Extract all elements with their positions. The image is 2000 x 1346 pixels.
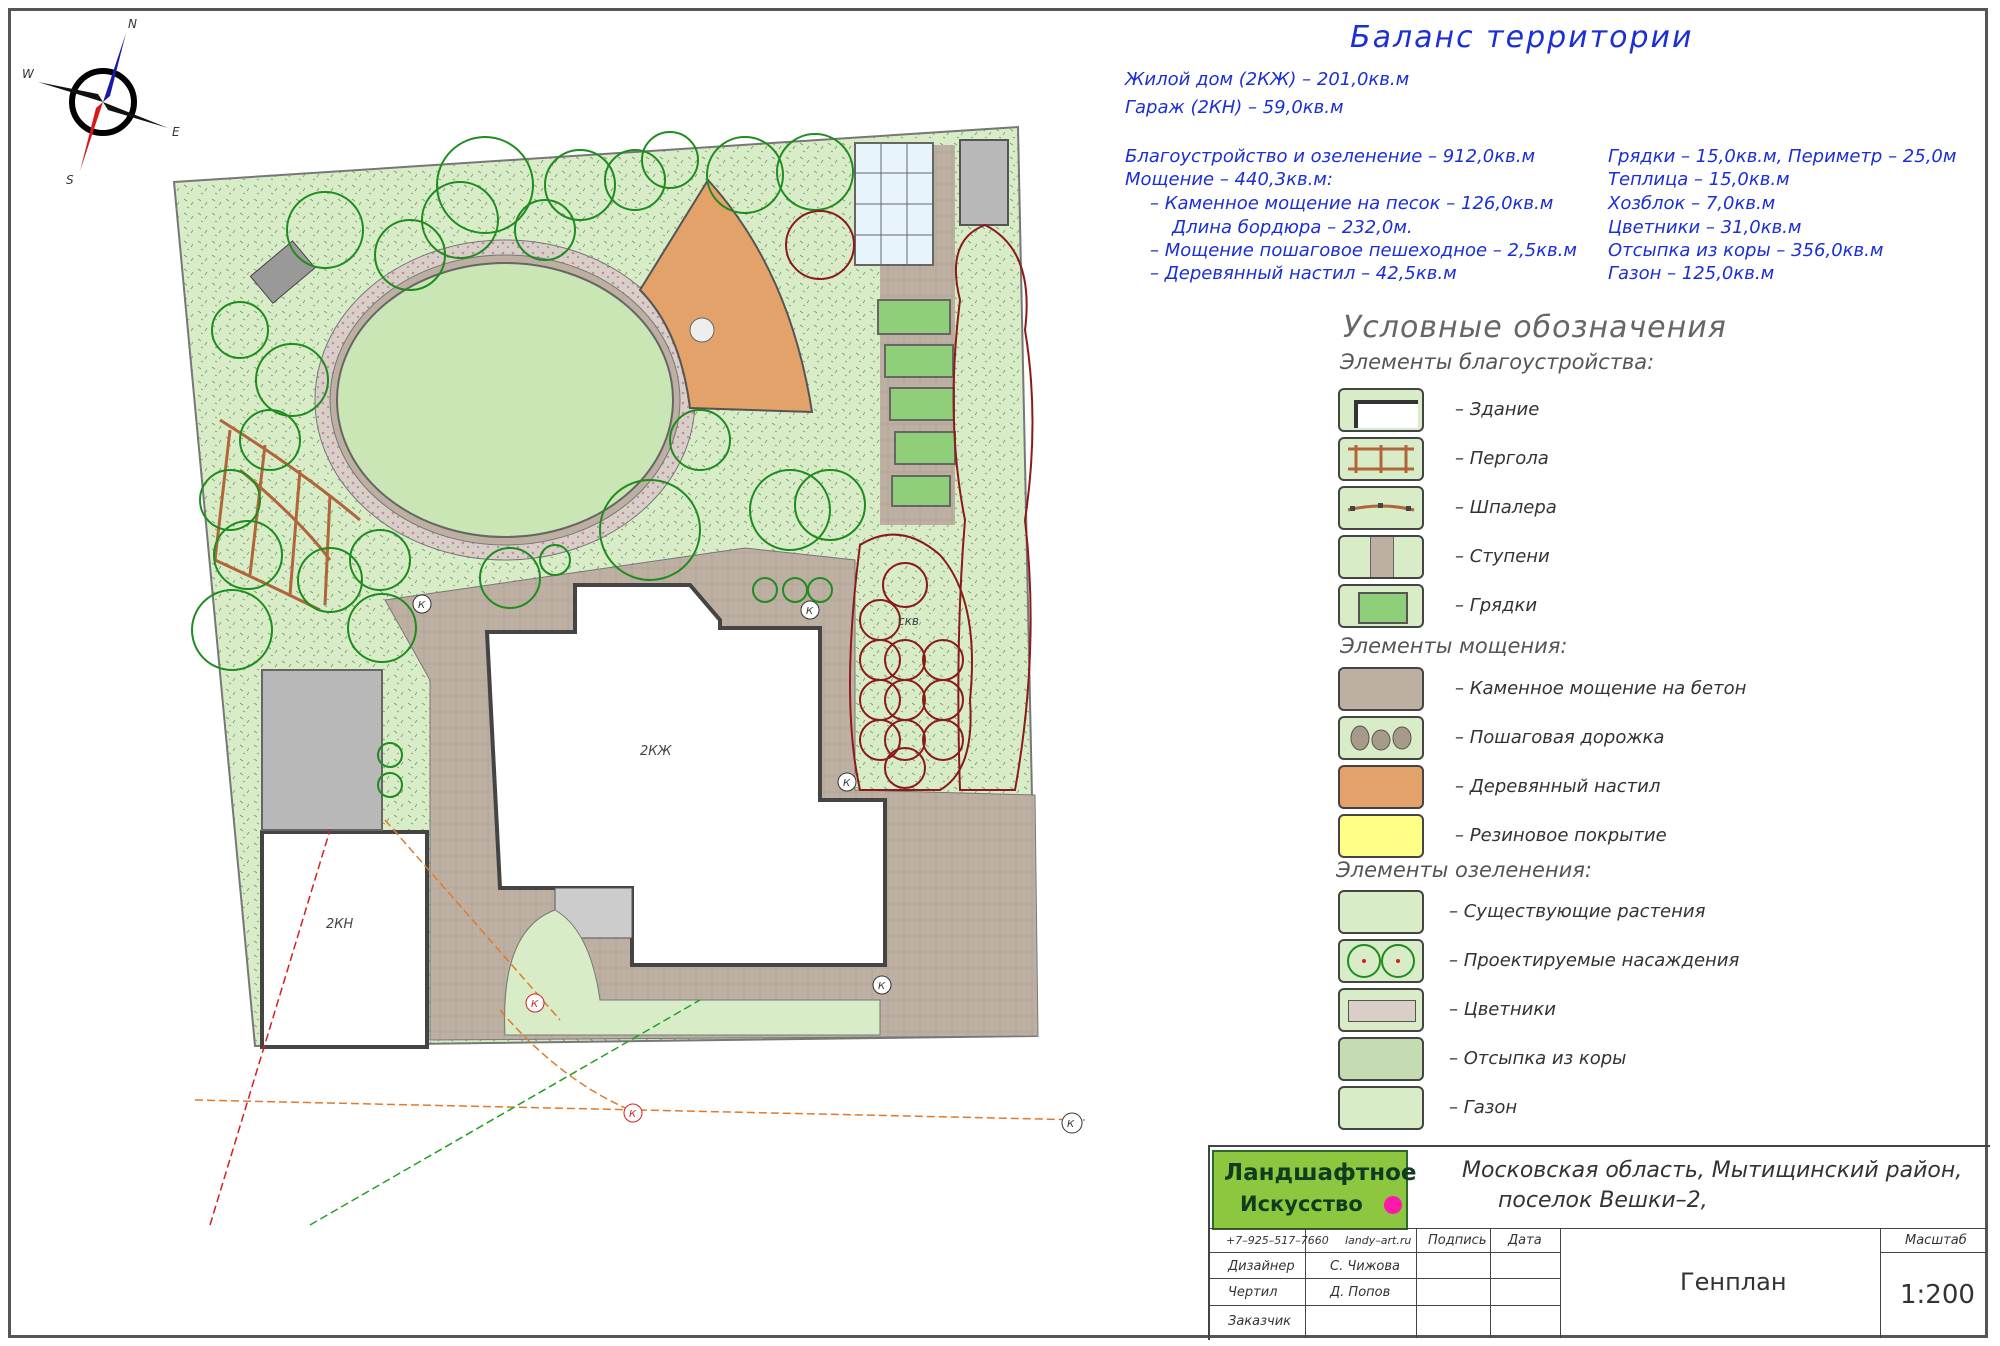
- legend-label: – Проектируемые насаждения: [1449, 950, 1740, 971]
- compass-n: N: [128, 17, 137, 31]
- garage-annex: [261, 669, 383, 831]
- wood-deck-swatch: [1338, 765, 1424, 809]
- building-swatch: [1338, 388, 1424, 432]
- balance-left-item: – Каменное мощение на песок – 126,0кв.м: [1150, 193, 1554, 214]
- legend-label: – Ступени: [1455, 546, 1550, 567]
- balance-left-item: Длина бордюра – 232,0м.: [1172, 217, 1413, 238]
- svg-text:К: К: [531, 999, 539, 1010]
- balance-left-item: Благоустройство и озеленение – 912,0кв.м: [1125, 146, 1536, 167]
- flowerbed-swatch: [1338, 988, 1424, 1032]
- garden-bed-swatch: [1338, 584, 1424, 628]
- col-sign: Подпись: [1428, 1233, 1487, 1248]
- balance-right-item: Грядки – 15,0кв.м, Периметр – 25,0м: [1608, 146, 1957, 167]
- drafter-label: Чертил: [1228, 1285, 1278, 1300]
- lawn-swatch: [1338, 1086, 1424, 1130]
- legend-section-title: Элементы мощения:: [1340, 634, 1568, 658]
- sheet-title: Генплан: [1680, 1268, 1787, 1296]
- balance-garage: Гараж (2КН) – 59,0кв.м: [1125, 97, 1344, 118]
- balance-right-item: Хозблок – 7,0кв.м: [1608, 193, 1776, 214]
- stepping-path-swatch: [1338, 716, 1424, 760]
- designer-name: С. Чижова: [1330, 1259, 1400, 1274]
- logo-dot-icon: [1384, 1196, 1402, 1214]
- existing-plants-swatch: [1338, 890, 1424, 934]
- balance-house: Жилой дом (2КЖ) – 201,0кв.м: [1125, 69, 1410, 90]
- address-line-1: Московская область, Мытищинский район,: [1462, 1158, 1963, 1183]
- balance-left-item: – Деревянный настил – 42,5кв.м: [1150, 263, 1457, 284]
- balance-right-item: Цветники – 31,0кв.м: [1608, 217, 1802, 238]
- company-logo: Ландшафтное Искусство: [1212, 1150, 1416, 1230]
- pergola-swatch: [1338, 437, 1424, 481]
- rubber-surface-swatch: [1338, 814, 1424, 858]
- greenhouse: [854, 142, 934, 266]
- legend-section-title: Элементы благоустройства:: [1340, 350, 1655, 374]
- compass-s: S: [66, 173, 74, 187]
- house-label: 2КЖ: [640, 744, 673, 759]
- site-plan: N W E S 2КН 2КЖ скв К К К К К К К: [22, 17, 1086, 1226]
- drafter-name: Д. Попов: [1330, 1285, 1391, 1300]
- legend-title: Условные обозначения: [1343, 310, 1727, 345]
- compass-e: E: [172, 125, 180, 139]
- bark-mulch-swatch: [1338, 1037, 1424, 1081]
- legend-label: – Здание: [1455, 399, 1540, 420]
- scale-label: Масштаб: [1905, 1233, 1967, 1248]
- oval-lawn: [336, 262, 674, 538]
- balance-right-item: Газон – 125,0кв.м: [1608, 263, 1775, 284]
- site-text: landy–art.ru: [1345, 1234, 1412, 1247]
- legend-label: – Грядки: [1455, 595, 1538, 616]
- well-label: скв: [898, 614, 919, 628]
- address-line-2: поселок Вешки–2,: [1498, 1188, 1708, 1213]
- fountain-icon: [689, 317, 715, 343]
- legend-label: – Деревянный настил: [1455, 776, 1661, 797]
- balance-right-item: Отсыпка из коры – 356,0кв.м: [1608, 240, 1884, 261]
- compass-icon: N W E S: [22, 17, 180, 187]
- legend-label: – Газон: [1449, 1097, 1518, 1118]
- compass-w: W: [22, 67, 35, 81]
- legend-label: – Шпалера: [1455, 497, 1557, 518]
- legend-label: – Пергола: [1455, 448, 1549, 469]
- legend-label: – Цветники: [1449, 999, 1556, 1020]
- svg-text:К: К: [418, 600, 426, 611]
- legend-section-title: Элементы озеленения:: [1336, 858, 1592, 882]
- phone-text: +7–925–517–7660: [1226, 1234, 1329, 1247]
- stone-paving-swatch: [1338, 667, 1424, 711]
- svg-text:К: К: [878, 981, 886, 992]
- svg-text:К: К: [629, 1109, 637, 1120]
- svg-text:К: К: [806, 606, 814, 617]
- legend-label: – Существующие растения: [1449, 901, 1706, 922]
- steps-swatch: [1338, 535, 1424, 579]
- garage-label: 2КН: [326, 917, 354, 932]
- shed: [959, 139, 1009, 226]
- svg-text:К: К: [843, 778, 851, 789]
- legend-label: – Пошаговая дорожка: [1455, 727, 1665, 748]
- legend-label: – Каменное мощение на бетон: [1455, 678, 1747, 699]
- scale-value: 1:200: [1900, 1280, 1975, 1310]
- planned-plants-swatch: [1338, 939, 1424, 983]
- legend-label: – Отсыпка из коры: [1449, 1048, 1627, 1069]
- col-date: Дата: [1508, 1233, 1542, 1248]
- balance-left-item: Мощение – 440,3кв.м:: [1125, 169, 1333, 190]
- balance-left-item: – Мощение пошаговое пешеходное – 2,5кв.м: [1150, 240, 1577, 261]
- designer-label: Дизайнер: [1228, 1259, 1295, 1274]
- garage-building: [260, 830, 429, 1049]
- client-label: Заказчик: [1228, 1314, 1292, 1329]
- trellis-swatch: [1338, 486, 1424, 530]
- balance-title: Баланс территории: [1350, 20, 1694, 55]
- legend-label: – Резиновое покрытие: [1455, 825, 1667, 846]
- balance-right-item: Теплица – 15,0кв.м: [1608, 169, 1790, 190]
- svg-text:К: К: [1067, 1119, 1075, 1130]
